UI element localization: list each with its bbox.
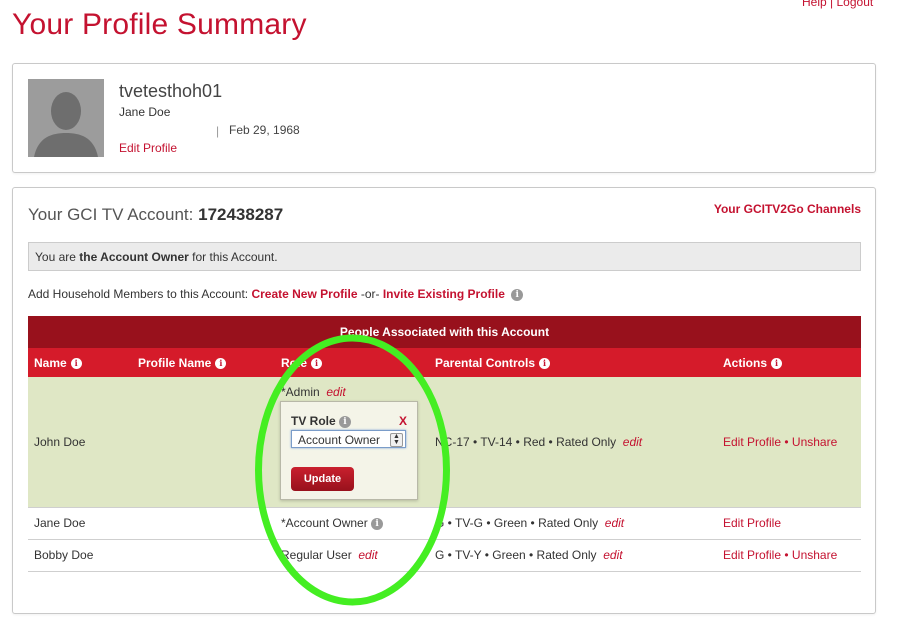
- profile-username: tvetesthoh01: [119, 81, 223, 101]
- row-parental-controls: G • TV-G • Green • Rated Only edit: [435, 516, 624, 530]
- profile-full-name: Jane Doe: [119, 105, 171, 119]
- top-links: Help | Logout: [802, 0, 873, 9]
- household-members: Add Household Members to this Account: C…: [28, 287, 524, 301]
- top-links-separator: |: [830, 0, 834, 9]
- info-icon[interactable]: i: [70, 358, 82, 370]
- avatar-silhouette-icon: [28, 79, 104, 157]
- profile-separator: |: [216, 124, 220, 138]
- owner-notice: You are the Account Owner for this Accou…: [28, 242, 861, 271]
- account-title: Your GCI TV Account: 172438287: [28, 205, 283, 225]
- channels-link[interactable]: Your GCITV2Go Channels: [714, 202, 861, 216]
- create-new-profile-link[interactable]: Create New Profile: [251, 287, 357, 301]
- page-title: Your Profile Summary: [12, 8, 307, 41]
- row-parental-controls: NC-17 • TV-14 • Red • Rated Only edit: [435, 435, 642, 449]
- parental-value: G • TV-G • Green • Rated Only: [435, 516, 599, 530]
- or-text: -or-: [357, 287, 383, 301]
- parental-edit-link[interactable]: edit: [623, 435, 642, 449]
- edit-profile-action[interactable]: Edit Profile: [723, 435, 781, 449]
- edit-profile-action[interactable]: Edit Profile: [723, 516, 781, 530]
- column-header-actions: Actions i: [723, 356, 783, 370]
- highlight-ellipse: [255, 334, 450, 606]
- household-label: Add Household Members to this Account:: [28, 287, 252, 301]
- row-actions: Edit Profile: [723, 516, 781, 530]
- owner-notice-post: for this Account.: [188, 250, 278, 264]
- profile-dob: Feb 29, 1968: [229, 123, 300, 137]
- help-link[interactable]: Help: [802, 0, 827, 9]
- row-actions: Edit Profile • Unshare: [723, 435, 837, 449]
- column-header-profile-name: Profile Name i: [138, 356, 227, 370]
- row-actions: Edit Profile • Unshare: [723, 548, 837, 562]
- row-name: John Doe: [34, 435, 86, 449]
- action-separator: •: [781, 548, 792, 562]
- info-icon[interactable]: i: [771, 358, 783, 370]
- info-icon[interactable]: i: [511, 288, 524, 301]
- info-icon[interactable]: i: [215, 358, 227, 370]
- row-parental-controls: G • TV-Y • Green • Rated Only edit: [435, 548, 623, 562]
- parental-value: G • TV-Y • Green • Rated Only: [435, 548, 597, 562]
- logout-link[interactable]: Logout: [837, 0, 874, 9]
- avatar: [28, 79, 104, 157]
- action-separator: •: [781, 435, 792, 449]
- row-name: Jane Doe: [34, 516, 86, 530]
- account-title-label: Your GCI TV Account:: [28, 205, 194, 224]
- owner-notice-pre: You are: [35, 250, 80, 264]
- info-icon[interactable]: i: [539, 358, 551, 370]
- account-number: 172438287: [198, 205, 284, 224]
- owner-notice-bold: the Account Owner: [79, 250, 189, 264]
- parental-edit-link[interactable]: edit: [605, 516, 624, 530]
- edit-profile-action[interactable]: Edit Profile: [723, 548, 781, 562]
- edit-profile-link[interactable]: Edit Profile: [119, 141, 177, 155]
- parental-edit-link[interactable]: edit: [603, 548, 622, 562]
- invite-existing-profile-link[interactable]: Invite Existing Profile: [383, 287, 505, 301]
- unshare-action[interactable]: Unshare: [792, 548, 837, 562]
- column-header-name: Name i: [34, 356, 82, 370]
- profile-card: tvetesthoh01 Jane Doe | Feb 29, 1968 Edi…: [12, 63, 876, 173]
- unshare-action[interactable]: Unshare: [792, 435, 837, 449]
- row-name: Bobby Doe: [34, 548, 94, 562]
- parental-value: NC-17 • TV-14 • Red • Rated Only: [435, 435, 617, 449]
